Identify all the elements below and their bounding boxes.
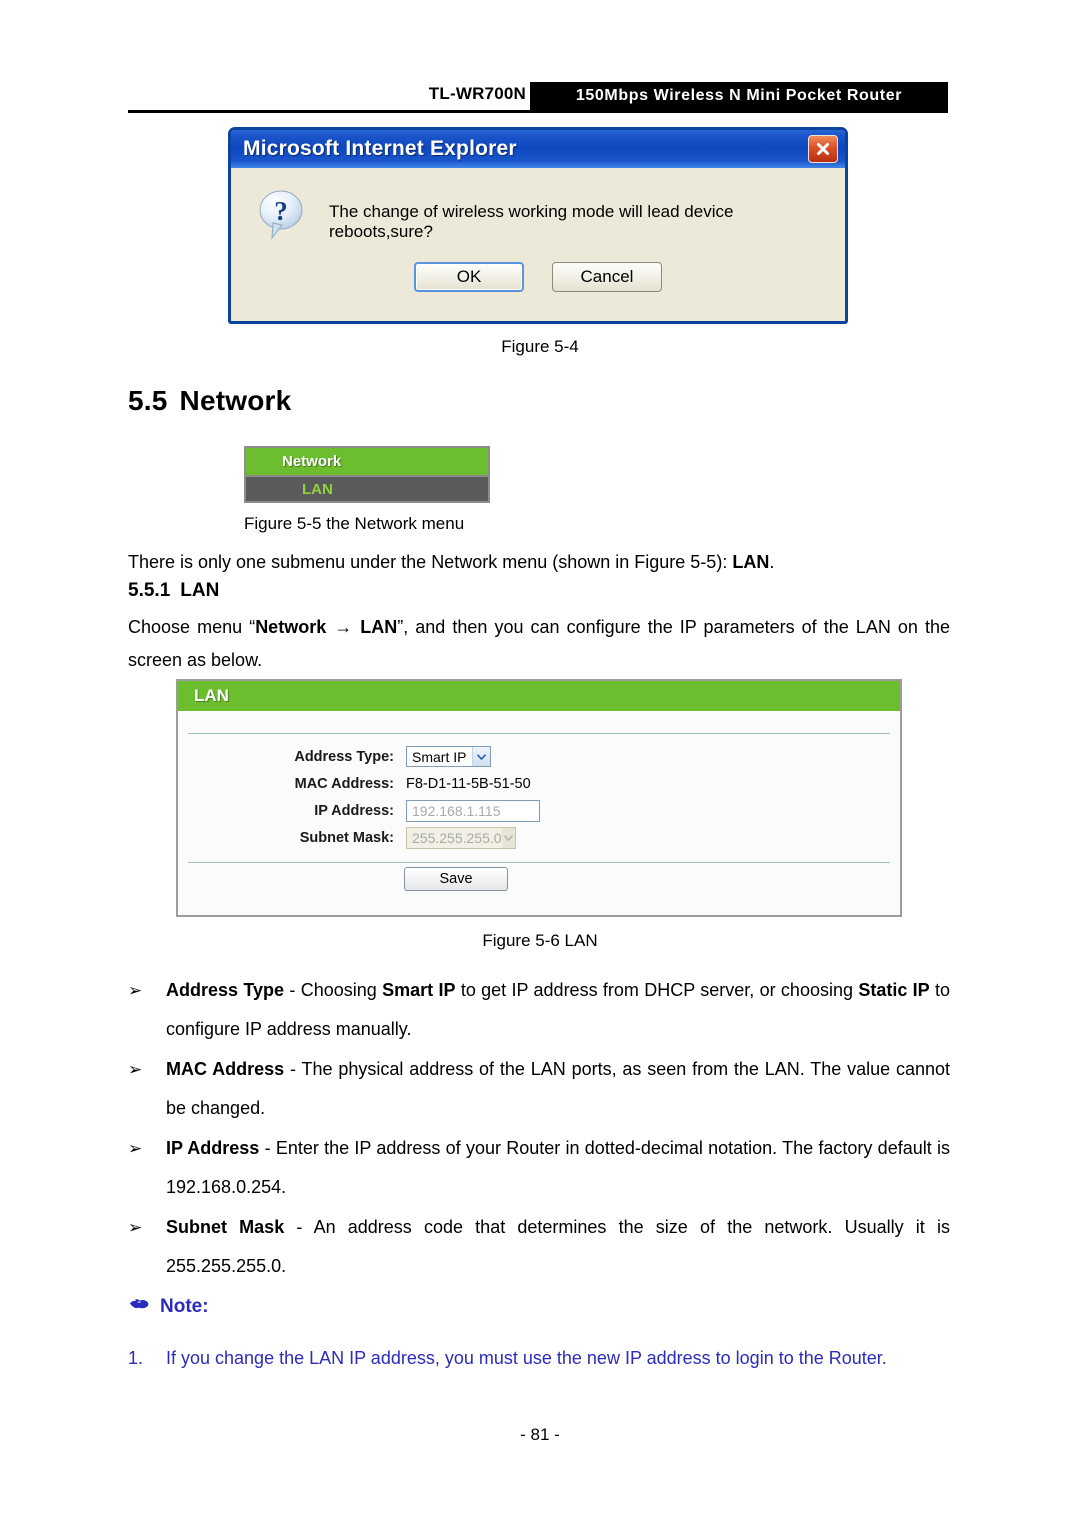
bullet-body-0-1: Choosing xyxy=(300,980,383,1000)
section-title: Network xyxy=(179,385,292,416)
subnet-mask-value: 255.255.255.0 xyxy=(412,829,502,846)
choose-lan-bold: LAN xyxy=(360,617,398,637)
ip-address-label: IP Address: xyxy=(314,802,394,819)
sidebar-item-lan[interactable]: LAN xyxy=(246,477,488,501)
subnet-mask-label: Subnet Mask: xyxy=(299,829,394,846)
figure-5-6-caption: Figure 5-6 LAN xyxy=(482,931,598,950)
dialog-message: The change of wireless working mode will… xyxy=(329,202,734,242)
note-body: 1. If you change the LAN IP address, you… xyxy=(128,1343,950,1373)
chevron-down-icon-disabled xyxy=(501,827,515,848)
choose-network-bold: Network xyxy=(255,617,327,637)
lan-panel-footer: Save xyxy=(178,853,900,905)
bullet-ip-address: ➢ IP Address - Enter the IP address of y… xyxy=(128,1129,950,1207)
lan-form: Address Type: Smart IP MAC Address: F8-D… xyxy=(178,743,900,851)
bullet-mac-address: ➢ MAC Address - The physical address of … xyxy=(128,1050,950,1128)
bullet-address-type: ➢ Address Type - Choosing Smart IP to ge… xyxy=(128,971,950,1049)
note-item-number: 1. xyxy=(128,1348,144,1368)
header-divider-rule xyxy=(128,110,948,113)
bullet-mac-address-text: MAC Address - The physical address of th… xyxy=(166,1050,950,1128)
bullet-subnet-mask: ➢ Subnet Mask - An address code that det… xyxy=(128,1208,950,1286)
address-type-label: Address Type: xyxy=(294,748,394,765)
subnet-mask-select: 255.255.255.0 xyxy=(406,826,516,849)
internet-explorer-dialog: Microsoft Internet Explorer ? The change… xyxy=(228,127,848,324)
bullet-dash-2: - xyxy=(259,1138,276,1158)
mac-address-label: MAC Address: xyxy=(294,775,394,792)
address-type-select[interactable]: Smart IP xyxy=(406,746,492,767)
page-header: TL-WR700N 150Mbps Wireless N Mini Pocket… xyxy=(128,82,948,112)
bullet-dash-1: - xyxy=(284,1059,302,1079)
bullet-strong-static-ip: Static IP xyxy=(858,980,930,1000)
field-row-subnet-mask: Subnet Mask: 255.255.255.0 xyxy=(178,824,900,851)
lan-settings-panel: LAN Address Type: Smart IP MAC Address: … xyxy=(176,679,902,917)
section-number: 5.5 xyxy=(128,385,168,416)
bullet-ip-address-text: IP Address - Enter the IP address of you… xyxy=(166,1129,950,1207)
bullet-address-type-text: Address Type - Choosing Smart IP to get … xyxy=(166,971,950,1049)
network-menu-widget: Network LAN xyxy=(244,446,490,503)
lan-divider-top xyxy=(188,733,890,734)
lan-panel-title: LAN xyxy=(194,686,229,705)
save-button[interactable]: Save xyxy=(404,867,508,891)
chevron-down-icon xyxy=(472,747,491,766)
intro-figure-ref: Figure 5-5 xyxy=(634,552,717,572)
header-product-banner: 150Mbps Wireless N Mini Pocket Router xyxy=(530,82,948,110)
sidebar-item-lan-label: LAN xyxy=(302,480,333,498)
intro-text-3: . xyxy=(769,552,775,572)
page-title: 5.5 Network xyxy=(128,385,291,417)
bullet-term-mac-address: MAC Address xyxy=(166,1059,285,1079)
bullet-body-2-1: Enter the IP address of your Router in d… xyxy=(166,1138,950,1197)
address-type-value: Smart IP xyxy=(412,748,467,765)
page-footer: - 81 - xyxy=(520,1425,560,1444)
choose-menu-paragraph: Choose menu “Network → LAN”, and then you … xyxy=(128,611,950,677)
pointing-hand-icon xyxy=(128,1296,150,1318)
bullet-term-ip-address: IP Address xyxy=(166,1138,260,1158)
bullet-dash-3: - xyxy=(284,1217,314,1237)
dialog-button-row: OK Cancel xyxy=(231,262,845,292)
bullet-body-0-2: to get IP address from DHCP server, or c… xyxy=(455,980,859,1000)
note-item-text: If you change the LAN IP address, you mu… xyxy=(166,1348,887,1368)
intro-lan-bold: LAN xyxy=(732,552,770,572)
bullet-arrow-icon: ➢ xyxy=(128,981,143,1000)
ip-address-input[interactable] xyxy=(406,799,540,822)
svg-text:?: ? xyxy=(274,196,288,226)
arrow-icon: → xyxy=(334,617,353,637)
intro-paragraph: There is only one submenu under the Netw… xyxy=(128,546,950,579)
bullet-dash-0: - xyxy=(284,980,301,1000)
bullet-term-subnet-mask: Subnet Mask xyxy=(166,1217,285,1237)
field-row-address-type: Address Type: Smart IP xyxy=(178,743,900,770)
field-row-ip-address: IP Address: xyxy=(178,797,900,824)
cancel-button[interactable]: Cancel xyxy=(552,262,662,292)
note-label: Note: xyxy=(160,1296,209,1317)
choose-text-1: Choose menu “ xyxy=(128,617,256,637)
network-menu-header-label: Network xyxy=(282,453,342,470)
dialog-title: Microsoft Internet Explorer xyxy=(243,137,517,160)
intro-text-2: ): xyxy=(716,552,733,572)
note-heading: Note: xyxy=(128,1296,209,1318)
figure-5-5-caption: Figure 5-5 the Network menu xyxy=(244,514,465,533)
bullet-arrow-icon: ➢ xyxy=(128,1218,143,1237)
subsection-heading: 5.5.1 LAN xyxy=(128,580,219,602)
dialog-title-bar: Microsoft Internet Explorer xyxy=(231,130,845,168)
bullet-subnet-mask-text: Subnet Mask - An address code that deter… xyxy=(166,1208,950,1286)
subsection-title: LAN xyxy=(180,580,220,601)
bullet-strong-smart-ip: Smart IP xyxy=(382,980,456,1000)
network-menu-header: Network xyxy=(246,448,488,477)
figure-5-4-caption: Figure 5-4 xyxy=(501,337,579,356)
field-row-mac-address: MAC Address: F8-D1-11-5B-51-50 xyxy=(178,770,900,797)
mac-address-value: F8-D1-11-5B-51-50 xyxy=(406,775,531,792)
bullet-term-address-type: Address Type xyxy=(166,980,285,1000)
dialog-body: ? The change of wireless working mode wi… xyxy=(231,168,845,321)
close-icon[interactable] xyxy=(808,135,838,163)
intro-text-1: There is only one submenu under the Netw… xyxy=(128,552,635,572)
bullet-arrow-icon: ➢ xyxy=(128,1139,143,1158)
subsection-number: 5.5.1 xyxy=(128,580,171,601)
bullet-arrow-icon: ➢ xyxy=(128,1060,143,1079)
lan-panel-header: LAN xyxy=(178,681,900,711)
question-icon: ? xyxy=(257,190,307,242)
header-model-name: TL-WR700N xyxy=(428,84,526,103)
ok-button[interactable]: OK xyxy=(414,262,524,292)
